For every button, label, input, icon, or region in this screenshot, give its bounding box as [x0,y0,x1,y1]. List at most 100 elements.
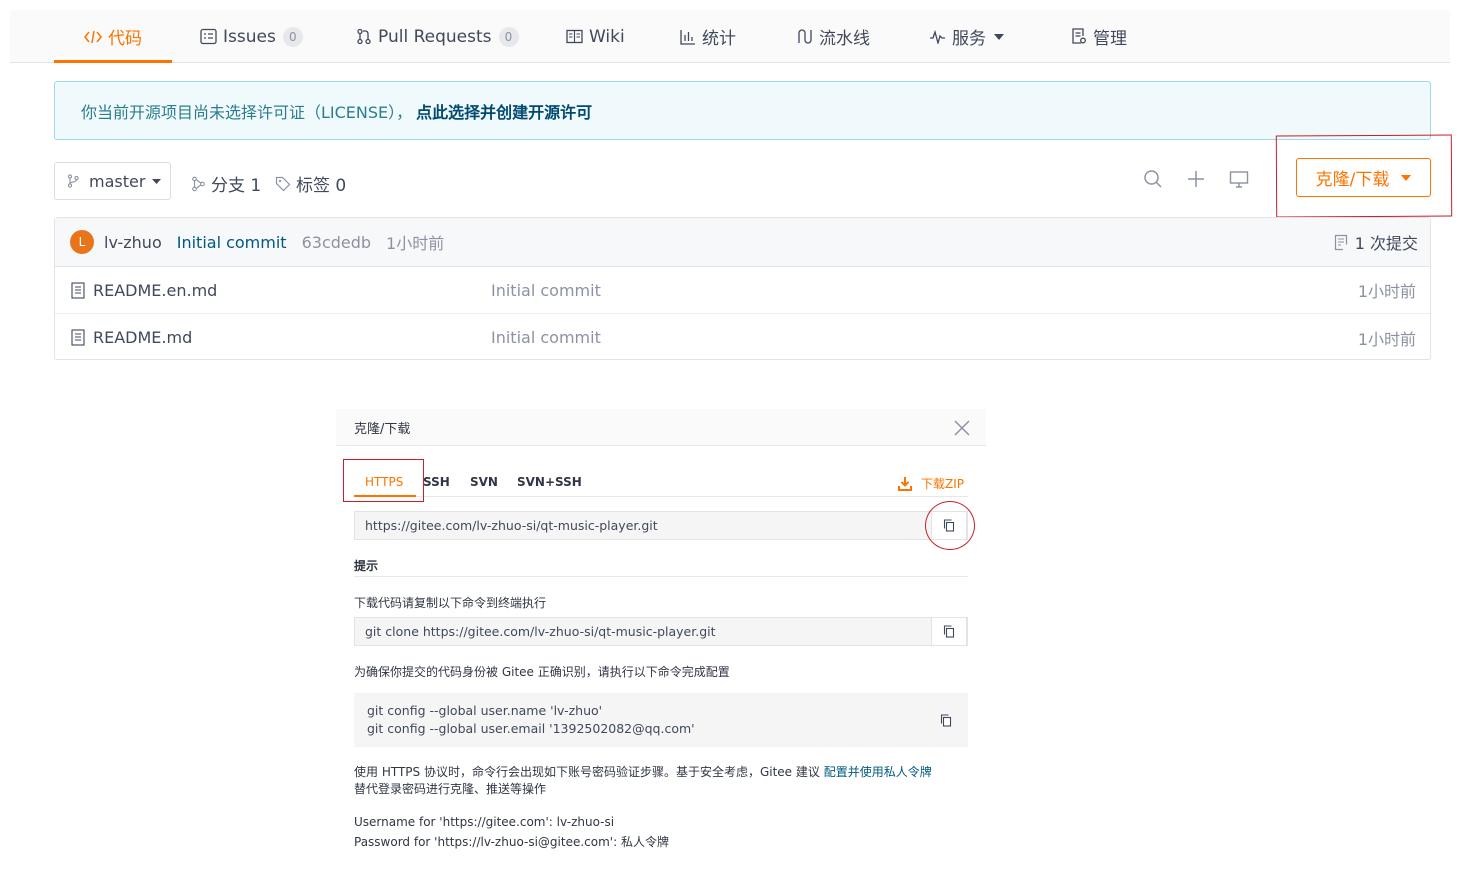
stats-icon [680,29,696,45]
download-icon [898,476,912,491]
branch-name: master [89,171,146,191]
password-prompt: Password for 'https://lv-zhuo-si@gitee.c… [354,835,669,849]
commit-message[interactable]: Initial commit [177,233,287,252]
tab-wiki[interactable]: Wiki [566,10,625,63]
copy-icon [943,625,955,638]
copy-icon [940,714,952,727]
tab-issues-label: Issues [223,26,276,47]
commit-time: 1小时前 [386,234,445,253]
file-icon [71,329,85,346]
file-list: L lv-zhuo Initial commit 63cdedb 1小时前 1 … [54,217,1431,360]
clone-hint-text: 下载代码请复制以下命令到终端执行 [354,596,547,610]
tab-svn[interactable]: SVN [470,475,498,489]
annotation-highlight-box [1275,134,1453,218]
tab-pipeline-label: 流水线 [819,29,870,49]
history-icon [1334,234,1348,251]
panel-title: 克隆/下载 [354,421,411,437]
table-row: README.en.md Initial commit 1小时前 [55,267,1430,314]
service-icon [929,29,946,44]
copy-command-button[interactable] [931,617,967,646]
repo-nav-bar: 代码 Issues 0 Pull Requests 0 Wiki 统计 流水线 [10,10,1450,63]
clone-command-field[interactable]: git clone https://gitee.com/lv-zhuo-si/q… [354,617,968,646]
commit-hash[interactable]: 63cdedb [302,233,371,252]
tab-svn-ssh[interactable]: SVN+SSH [517,475,582,489]
file-time: 1小时前 [1357,282,1416,301]
config-hint-text: 为确保你提交的代码身份被 Gitee 正确识别，请执行以下命令完成配置 [354,665,730,679]
tab-manage[interactable]: 管理 [1071,10,1127,63]
clone-command: git clone https://gitee.com/lv-zhuo-si/q… [365,624,716,639]
tab-stats-label: 统计 [702,29,736,49]
tab-service[interactable]: 服务 [929,10,1004,63]
tags-count: 标签 0 [296,176,347,196]
personal-token-link[interactable]: 配置并使用私人令牌 [824,765,932,779]
tab-stats[interactable]: 统计 [680,10,736,63]
tab-ssh[interactable]: SSH [423,475,450,489]
file-commit-message[interactable]: Initial commit [491,281,601,300]
https-note: 使用 HTTPS 协议时，命令行会出现如下账号密码验证步骤。基于安全考虑，Git… [354,764,974,798]
license-banner-text: 你当前开源项目尚未选择许可证（LICENSE）， [81,102,413,122]
branches-count: 分支 1 [211,176,262,196]
tab-pull-requests-label: Pull Requests [378,26,492,47]
manage-icon [1071,28,1087,45]
file-time: 1小时前 [1357,329,1416,349]
tab-divider [354,496,968,497]
create-license-link[interactable]: 点此选择并创建开源许可 [416,99,592,123]
latest-commit-row: L lv-zhuo Initial commit 63cdedb 1小时前 1 … [55,218,1430,267]
clone-url: https://gitee.com/lv-zhuo-si/qt-music-pl… [365,518,658,533]
chevron-down-icon [152,178,162,184]
tag-icon [275,176,291,192]
download-zip-link[interactable]: 下载ZIP [898,475,964,492]
file-link[interactable]: README.md [71,328,192,347]
panel-header: 克隆/下载 [336,409,986,446]
commit-count: 1 次提交 [1354,234,1418,253]
copy-config-button[interactable] [928,706,964,735]
chevron-down-icon [994,33,1004,40]
https-note-text: 使用 HTTPS 协议时，命令行会出现如下账号密码验证步骤。基于安全考虑，Git… [354,765,820,779]
avatar[interactable]: L [70,230,94,254]
tab-issues[interactable]: Issues 0 [200,10,303,63]
config-line-email: git config --global user.email '13925020… [367,721,695,736]
tab-code-label: 代码 [108,29,142,49]
branch-icon [67,174,79,188]
tags-link[interactable]: 标签 0 [275,171,346,196]
table-row: README.md Initial commit 1小时前 [55,314,1430,361]
tab-code[interactable]: 代码 [84,10,142,63]
close-icon[interactable] [954,420,970,436]
add-file-icon[interactable] [1185,168,1207,190]
search-icon[interactable] [1142,168,1164,190]
username-prompt: Username for 'https://gitee.com': lv-zhu… [354,815,615,829]
file-commit-message[interactable]: Initial commit [491,328,601,347]
branch-icon [191,176,206,192]
file-name: README.en.md [93,280,218,300]
pipeline-icon [796,28,813,45]
download-zip-label: 下载ZIP [921,477,964,491]
branches-link[interactable]: 分支 1 [191,171,261,196]
file-icon [71,281,85,299]
annotation-highlight-circle [925,501,975,550]
tab-manage-label: 管理 [1093,29,1127,49]
https-note-suffix: 替代登录密码进行克隆、推送等操作 [354,782,547,796]
file-link[interactable]: README.en.md [71,281,217,300]
config-line-name: git config --global user.name 'lv-zhuo' [367,703,603,718]
annotation-highlight-box [343,459,424,502]
pull-request-icon [356,28,372,45]
license-banner: 你当前开源项目尚未选择许可证（LICENSE）， 点此选择并创建开源许可 [54,81,1431,140]
web-ide-icon[interactable] [1228,168,1250,190]
wiki-icon [566,29,583,44]
tab-wiki-label: Wiki [589,26,625,47]
code-icon [84,29,102,45]
tab-pull-requests[interactable]: Pull Requests 0 [356,10,519,63]
tab-service-label: 服务 [952,29,986,49]
tab-pipeline[interactable]: 流水线 [796,10,870,63]
commit-author[interactable]: lv-zhuo [104,233,162,252]
branch-select[interactable]: master [54,162,171,200]
clone-download-panel: 克隆/下载 HTTPS SSH SVN SVN+SSH 下载ZIP https:… [336,409,986,869]
file-name: README.md [93,328,193,347]
commit-count-link[interactable]: 1 次提交 [1334,230,1418,254]
clone-url-field[interactable]: https://gitee.com/lv-zhuo-si/qt-music-pl… [354,511,968,540]
hint-title: 提示 [354,559,379,573]
active-tab-indicator [54,60,172,63]
issues-icon [200,28,217,45]
hint-divider [354,576,968,577]
config-command-box[interactable]: git config --global user.name 'lv-zhuo' … [354,693,968,747]
